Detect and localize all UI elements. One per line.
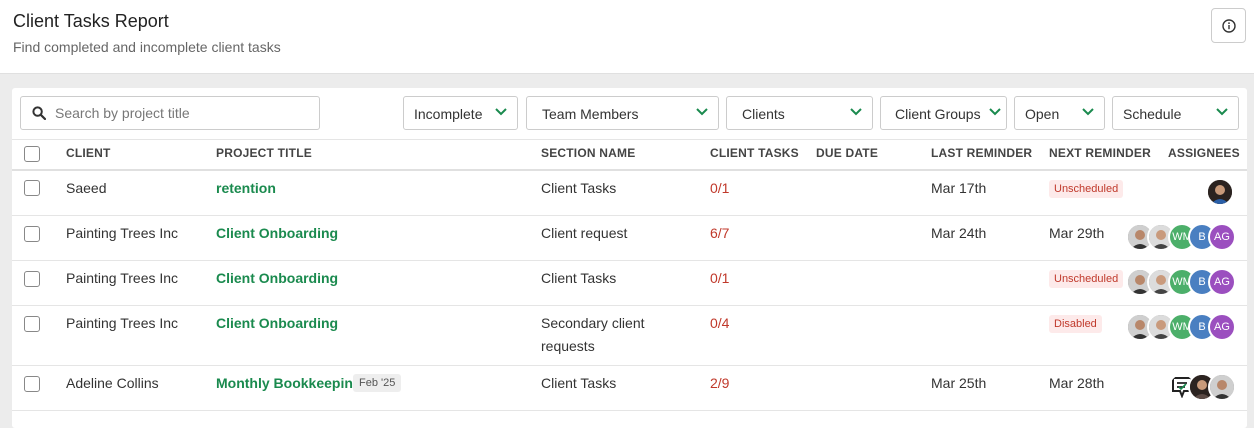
section-name-line1: Secondary client	[541, 315, 645, 331]
status-filter[interactable]: Incomplete	[403, 96, 518, 130]
info-icon	[1221, 18, 1236, 33]
client-tasks-count: 0/4	[710, 315, 730, 331]
client-tasks-count: 0/1	[710, 270, 730, 286]
assignee-avatar-ag: AG	[1208, 313, 1236, 341]
client-tasks-count: 2/9	[710, 375, 730, 391]
project-title-link[interactable]: Monthly Bookkeeping	[216, 375, 361, 391]
project-title-link[interactable]: Client Onboarding	[216, 225, 338, 241]
avatar-woman-icon	[1208, 180, 1232, 204]
row-checkbox[interactable]	[24, 226, 40, 242]
chevron-down-icon	[1216, 108, 1228, 116]
clients-filter[interactable]: Clients	[726, 96, 873, 130]
last-reminder: Mar 17th	[931, 180, 987, 196]
next-reminder: Mar 29th	[1049, 225, 1105, 241]
section-name: Client Tasks	[541, 180, 617, 196]
assignee-avatar-ag: AG	[1208, 223, 1236, 251]
search-input[interactable]	[55, 97, 315, 129]
section-name-line2: requests	[541, 338, 595, 354]
project-title-link[interactable]: Client Onboarding	[216, 270, 338, 286]
assignee-avatar-ag: AG	[1208, 268, 1236, 296]
info-button[interactable]	[1211, 8, 1246, 43]
column-due-date[interactable]: DUE DATE	[816, 146, 878, 160]
client-name: Saeed	[66, 180, 107, 196]
chevron-down-icon	[696, 108, 708, 116]
row-checkbox[interactable]	[24, 316, 40, 332]
page-subtitle: Find completed and incomplete client tas…	[13, 39, 281, 55]
client-tasks-count: 6/7	[710, 225, 730, 241]
last-reminder: Mar 24th	[931, 225, 987, 241]
schedule-filter-label: Schedule	[1123, 106, 1182, 122]
client-groups-filter-label: Client Groups	[895, 106, 981, 122]
chevron-down-icon	[495, 108, 507, 116]
page-header: Client Tasks Report Find completed and i…	[0, 0, 1254, 74]
row-checkbox[interactable]	[24, 376, 40, 392]
search-box[interactable]	[20, 96, 320, 130]
period-tag: Feb '25	[353, 374, 402, 392]
open-filter-label: Open	[1025, 106, 1060, 122]
assignee-avatar	[1206, 178, 1234, 206]
chevron-down-icon	[850, 108, 862, 116]
status-filter-label: Incomplete	[414, 106, 483, 122]
next-reminder: Mar 28th	[1049, 375, 1105, 391]
chevron-down-icon	[989, 108, 1001, 116]
client-name: Painting Trees Inc	[66, 315, 179, 331]
disabled-badge: Disabled	[1049, 315, 1102, 333]
select-all-checkbox[interactable]	[24, 146, 40, 162]
row-checkbox[interactable]	[24, 271, 40, 287]
clients-filter-label: Clients	[742, 106, 785, 122]
client-name: Adeline Collins	[66, 375, 159, 391]
client-name: Painting Trees Inc	[66, 225, 179, 241]
project-title-link[interactable]: retention	[216, 180, 276, 196]
column-client[interactable]: CLIENT	[66, 146, 111, 160]
column-next-reminder[interactable]: NEXT REMINDER	[1049, 146, 1151, 160]
column-section-name[interactable]: SECTION NAME	[541, 146, 635, 160]
unscheduled-badge: Unscheduled	[1049, 270, 1124, 288]
section-name: Client request	[541, 225, 628, 241]
search-icon	[32, 106, 46, 120]
schedule-filter[interactable]: Schedule	[1112, 96, 1239, 130]
last-reminder: Mar 25th	[931, 375, 987, 391]
row-checkbox[interactable]	[24, 180, 40, 196]
page-title: Client Tasks Report	[13, 11, 169, 31]
open-filter[interactable]: Open	[1014, 96, 1105, 130]
column-project-title[interactable]: PROJECT TITLE	[216, 146, 312, 160]
column-client-tasks[interactable]: CLIENT TASKS	[710, 146, 799, 160]
section-name: Client Tasks	[541, 270, 617, 286]
assignee-avatar	[1208, 373, 1236, 401]
team-members-filter[interactable]: Team Members	[526, 96, 719, 130]
team-members-filter-label: Team Members	[542, 106, 639, 122]
column-assignees: ASSIGNEES	[1168, 146, 1240, 160]
project-title-link[interactable]: Client Onboarding	[216, 315, 338, 331]
chevron-down-icon	[1082, 108, 1094, 116]
unscheduled-badge: Unscheduled	[1049, 180, 1124, 198]
client-groups-filter[interactable]: Client Groups	[880, 96, 1007, 130]
client-tasks-count: 0/1	[710, 180, 730, 196]
client-name: Painting Trees Inc	[66, 270, 179, 286]
avatar-man-icon	[1210, 375, 1234, 399]
section-name: Client Tasks	[541, 375, 617, 391]
column-last-reminder[interactable]: LAST REMINDER	[931, 146, 1032, 160]
